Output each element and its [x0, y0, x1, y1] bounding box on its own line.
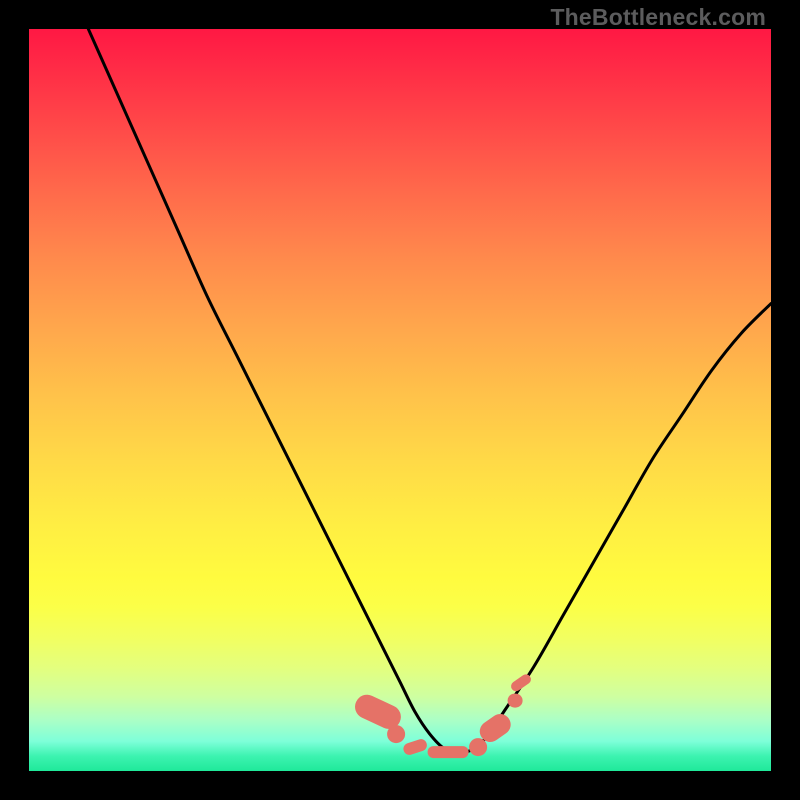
- bottleneck-curve: [88, 29, 771, 752]
- chart-frame: TheBottleneck.com: [0, 0, 800, 800]
- curve-layer: [29, 29, 771, 771]
- watermark-text: TheBottleneck.com: [550, 4, 766, 31]
- plot-area: [29, 29, 771, 771]
